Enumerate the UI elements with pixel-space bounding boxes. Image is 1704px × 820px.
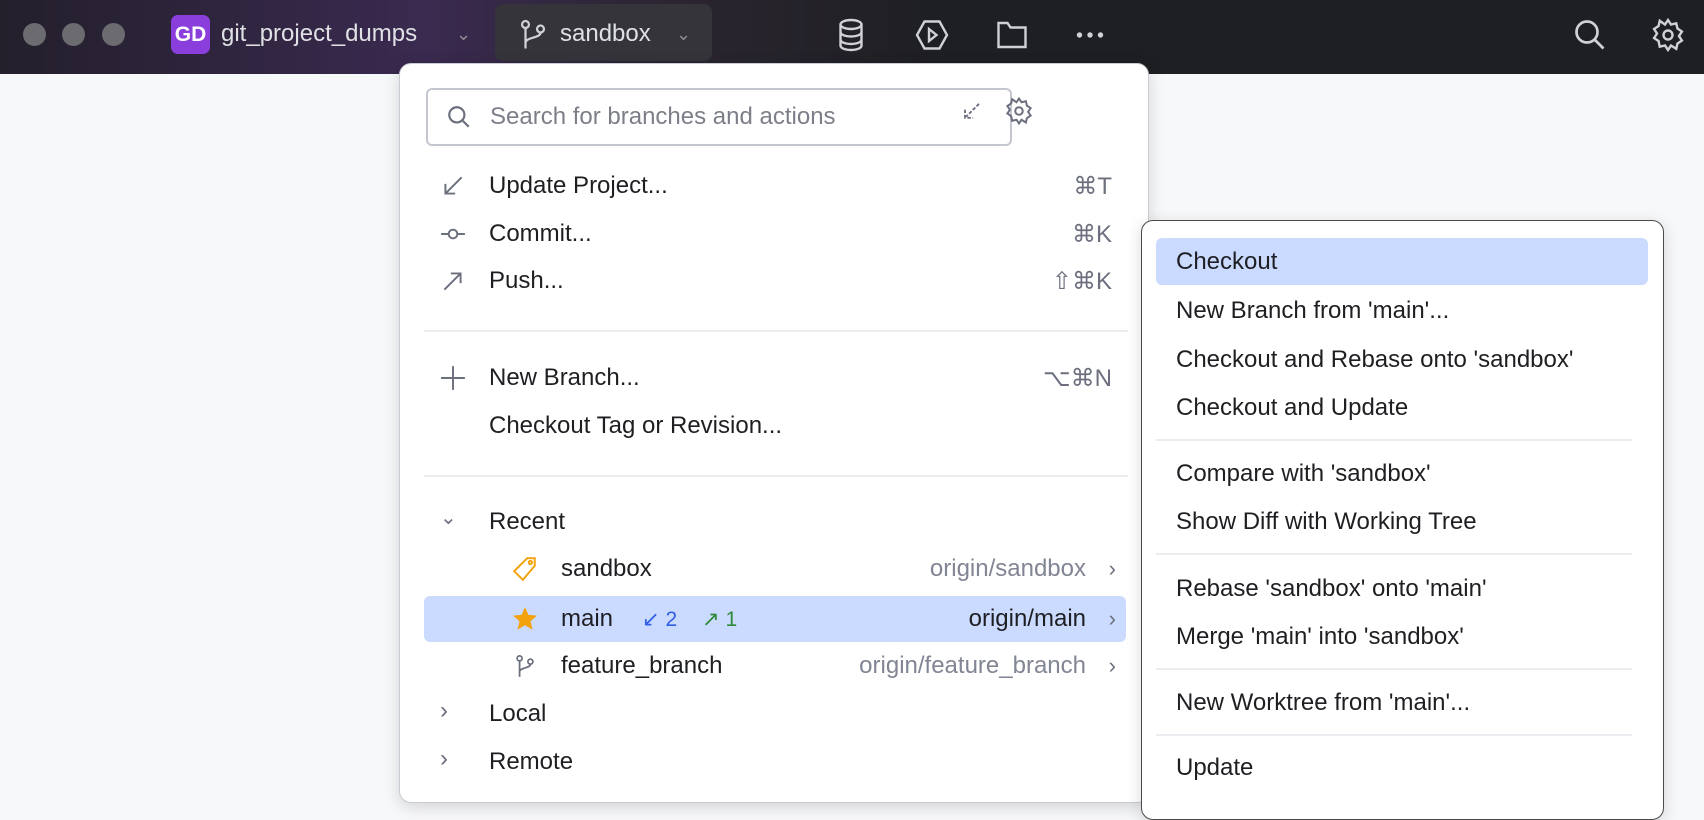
search-icon <box>448 106 470 128</box>
branch-actions-submenu: Checkout New Branch from 'main'... Check… <box>1141 220 1664 820</box>
submenu-checkout-rebase[interactable]: Checkout and Rebase onto 'sandbox' <box>1156 336 1648 383</box>
update-arrow-icon[interactable] <box>958 98 986 126</box>
plus-icon <box>441 366 465 390</box>
push-item[interactable]: Push... ⇧⌘K <box>424 258 1126 304</box>
more-icon[interactable] <box>1072 17 1108 53</box>
submenu-new-branch[interactable]: New Branch from 'main'... <box>1156 287 1648 334</box>
incoming-commits: ↙ 2 <box>642 607 678 631</box>
branch-name: sandbox <box>560 20 651 47</box>
star-icon <box>513 607 537 630</box>
update-arrow-icon <box>444 176 463 195</box>
update-project-item[interactable]: Update Project... ⌘T <box>424 163 1126 209</box>
gear-icon[interactable] <box>1004 96 1034 126</box>
branch-icon <box>520 19 546 49</box>
separator <box>1156 439 1632 441</box>
search-input[interactable] <box>490 100 990 134</box>
branch-item-sandbox[interactable]: sandbox origin/sandbox › <box>424 546 1126 592</box>
chevron-right-icon: › <box>440 745 448 772</box>
branch-item-main[interactable]: main ↙ 2 ↗ 1 origin/main › <box>424 596 1126 642</box>
shortcut: ⌘T <box>1073 172 1112 200</box>
submenu-checkout[interactable]: Checkout <box>1156 238 1648 285</box>
separator <box>1156 553 1632 555</box>
branch-item-feature-branch[interactable]: feature_branch origin/feature_branch › <box>424 643 1126 689</box>
shortcut: ⌘K <box>1071 220 1112 248</box>
project-selector[interactable]: git_project_dumps <box>221 20 417 48</box>
outgoing-commits: ↗ 1 <box>702 607 738 631</box>
group-recent[interactable]: ⌄ Recent <box>424 499 1126 545</box>
new-branch-item[interactable]: New Branch... ⌥⌘N <box>424 355 1126 401</box>
search-icon[interactable] <box>1572 17 1608 53</box>
push-arrow-icon <box>443 272 462 291</box>
separator <box>424 475 1128 477</box>
branch-icon <box>516 655 534 677</box>
project-badge[interactable]: GD <box>171 15 210 54</box>
shortcut: ⌥⌘N <box>1043 364 1112 392</box>
incoming-arrow-icon: ↙ <box>642 607 660 631</box>
chevron-right-icon: › <box>1108 556 1116 581</box>
submenu-checkout-update[interactable]: Checkout and Update <box>1156 384 1648 431</box>
submenu-rebase[interactable]: Rebase 'sandbox' onto 'main' <box>1156 565 1648 612</box>
branch-search-field[interactable] <box>426 88 1012 146</box>
chevron-right-icon: › <box>440 697 448 724</box>
commit-icon <box>441 228 465 240</box>
folder-icon[interactable] <box>994 17 1030 53</box>
submenu-update[interactable]: Update <box>1156 744 1648 791</box>
chevron-down-icon: ⌄ <box>676 24 692 44</box>
shortcut: ⇧⌘K <box>1051 267 1112 295</box>
chevron-down-icon: ⌄ <box>440 507 457 529</box>
run-icon[interactable] <box>914 17 950 53</box>
chevron-down-icon: ⌄ <box>456 24 472 44</box>
separator <box>424 330 1128 332</box>
submenu-show-diff[interactable]: Show Diff with Working Tree <box>1156 498 1648 545</box>
checkout-tag-item[interactable]: Checkout Tag or Revision... <box>424 403 1126 449</box>
outgoing-arrow-icon: ↗ <box>702 607 720 631</box>
branches-popup: Update Project... ⌘T Commit... ⌘K Push..… <box>399 63 1149 803</box>
database-icon[interactable] <box>833 17 869 53</box>
separator <box>1156 668 1632 670</box>
submenu-new-worktree[interactable]: New Worktree from 'main'... <box>1156 679 1648 726</box>
maximize-window-button[interactable] <box>102 23 125 46</box>
chevron-right-icon: › <box>1108 606 1116 631</box>
gear-icon[interactable] <box>1650 17 1686 53</box>
tag-icon <box>512 557 536 582</box>
group-remote[interactable]: › Remote <box>424 739 1126 785</box>
close-window-button[interactable] <box>23 23 46 46</box>
group-local[interactable]: › Local <box>424 691 1126 737</box>
minimize-window-button[interactable] <box>62 23 85 46</box>
chevron-right-icon: › <box>1108 653 1116 678</box>
submenu-compare[interactable]: Compare with 'sandbox' <box>1156 450 1648 497</box>
submenu-merge[interactable]: Merge 'main' into 'sandbox' <box>1156 613 1648 660</box>
commit-item[interactable]: Commit... ⌘K <box>424 211 1126 257</box>
separator <box>1156 734 1632 736</box>
